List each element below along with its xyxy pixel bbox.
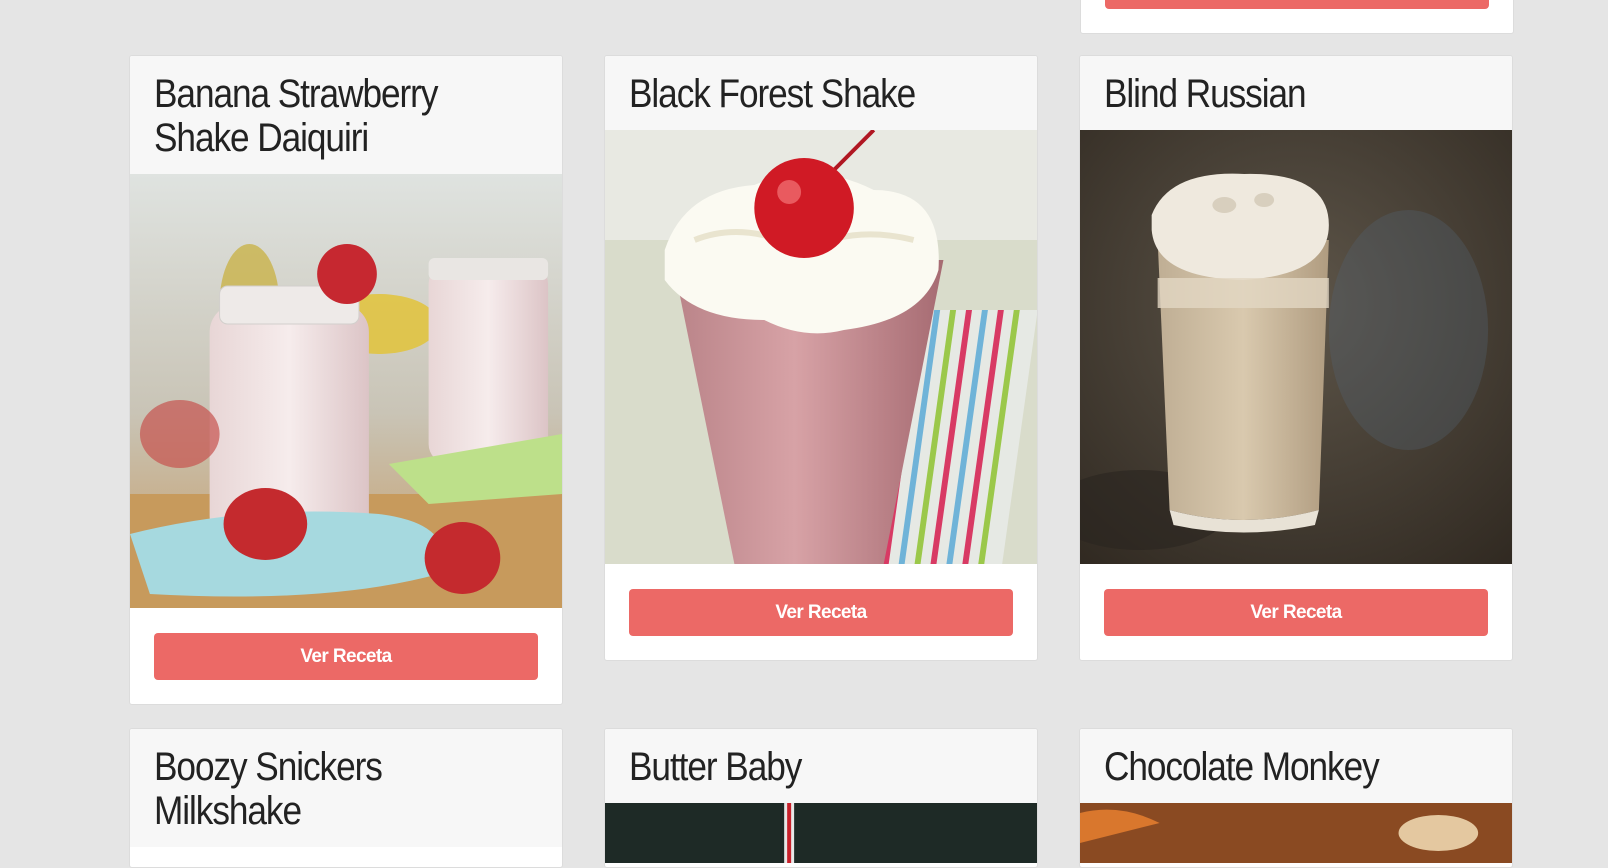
recipe-card: Black Forest Shake Ver Receta — [604, 55, 1038, 661]
view-recipe-button[interactable]: Ver Receta — [1104, 589, 1488, 636]
card-header: Banana Strawberry Shake Daiquiri — [130, 56, 562, 174]
card-header: Butter Baby — [605, 729, 1037, 803]
previous-card-footer — [1080, 0, 1514, 34]
card-footer: Ver Receta — [605, 564, 1037, 660]
previous-card-button[interactable] — [1105, 0, 1489, 9]
card-header: Boozy Snickers Milkshake — [130, 729, 562, 847]
card-footer: Ver Receta — [130, 608, 562, 704]
view-recipe-button[interactable]: Ver Receta — [154, 633, 538, 680]
recipe-image — [130, 174, 562, 608]
recipe-image — [605, 130, 1037, 564]
recipe-image — [1080, 130, 1512, 564]
recipe-card: Chocolate Monkey — [1079, 728, 1513, 868]
card-header: Chocolate Monkey — [1080, 729, 1512, 803]
card-footer: Ver Receta — [1080, 564, 1512, 660]
card-title: Banana Strawberry Shake Daiquiri — [154, 72, 438, 160]
card-title: Black Forest Shake — [629, 72, 916, 116]
recipe-image — [605, 803, 1037, 863]
card-title: Butter Baby — [629, 745, 802, 789]
recipe-card: Butter Baby — [604, 728, 1038, 868]
recipe-image — [1080, 803, 1512, 863]
card-header: Blind Russian — [1080, 56, 1512, 130]
view-recipe-button[interactable]: Ver Receta — [629, 589, 1013, 636]
card-title: Boozy Snickers Milkshake — [154, 745, 383, 833]
recipe-card: Banana Strawberry Shake Daiquiri Ver Rec… — [129, 55, 563, 705]
recipe-card: Blind Russian Ver Receta — [1079, 55, 1513, 661]
recipe-card: Boozy Snickers Milkshake — [129, 728, 563, 868]
card-title: Blind Russian — [1104, 72, 1307, 116]
card-title: Chocolate Monkey — [1104, 745, 1380, 789]
card-header: Black Forest Shake — [605, 56, 1037, 130]
